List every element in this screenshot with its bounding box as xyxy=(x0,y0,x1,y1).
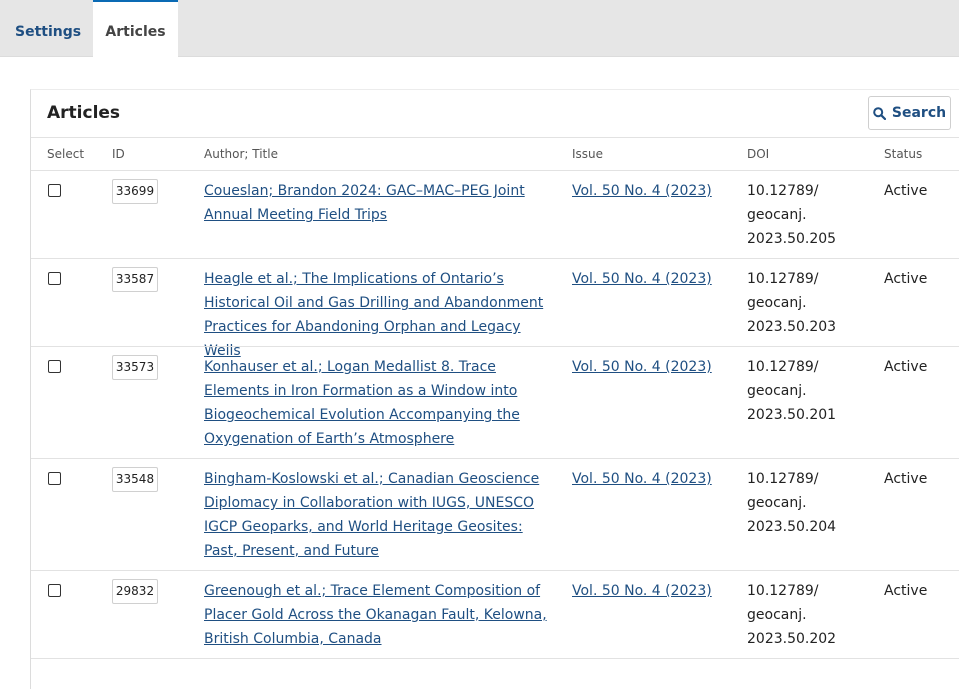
column-header-doi: DOI xyxy=(747,147,770,161)
table-row: 33573 Konhauser et al.; Logan Medallist … xyxy=(31,346,959,459)
article-id: 33573 xyxy=(112,355,158,380)
panel-title: Articles xyxy=(47,103,121,123)
doi-line: 2023.50.203 xyxy=(747,319,837,335)
doi-line: geocanj. xyxy=(747,383,807,399)
doi-line: 2023.50.202 xyxy=(747,631,837,647)
doi: 10.12789/ geocanj. 2023.50.205 xyxy=(747,179,847,251)
doi-line: geocanj. xyxy=(747,495,807,511)
doi: 10.12789/ geocanj. 2023.50.204 xyxy=(747,467,847,539)
article-title-link[interactable]: Konhauser et al.; Logan Medallist 8. Tra… xyxy=(204,355,549,451)
status-text: Active xyxy=(884,183,928,199)
doi-line: 10.12789/ xyxy=(747,583,819,599)
issue-link[interactable]: Vol. 50 No. 4 (2023) xyxy=(572,579,712,603)
select-checkbox[interactable] xyxy=(48,272,61,285)
issue-link[interactable]: Vol. 50 No. 4 (2023) xyxy=(572,355,712,379)
doi-line: 10.12789/ xyxy=(747,271,819,287)
doi-line: 2023.50.205 xyxy=(747,231,837,247)
articles-panel: Articles Search Select ID Author; Title … xyxy=(30,89,959,689)
issue-link[interactable]: Vol. 50 No. 4 (2023) xyxy=(572,179,712,203)
column-header-select: Select xyxy=(47,147,85,161)
column-header-status: Status xyxy=(884,147,923,161)
tab-settings[interactable]: Settings xyxy=(0,0,93,57)
search-button-label: Search xyxy=(891,105,947,121)
select-checkbox[interactable] xyxy=(48,472,61,485)
column-header-author-title: Author; Title xyxy=(204,147,278,161)
table-row: 33699 Coueslan; Brandon 2024: GAC–MAC–PE… xyxy=(31,170,959,259)
article-id: 33548 xyxy=(112,467,158,492)
column-header-id: ID xyxy=(112,147,125,161)
header-divider xyxy=(31,137,959,138)
search-icon xyxy=(873,106,886,120)
status-text: Active xyxy=(884,471,928,487)
doi-line: 10.12789/ xyxy=(747,183,819,199)
article-title-link[interactable]: Coueslan; Brandon 2024: GAC–MAC–PEG Join… xyxy=(204,179,549,227)
article-id: 33587 xyxy=(112,267,158,292)
search-button[interactable]: Search xyxy=(868,96,951,130)
article-id: 33699 xyxy=(112,179,158,204)
status-text: Active xyxy=(884,359,928,375)
status-text: Active xyxy=(884,583,928,599)
doi: 10.12789/ geocanj. 2023.50.201 xyxy=(747,355,847,427)
issue-link[interactable]: Vol. 50 No. 4 (2023) xyxy=(572,267,712,291)
doi-line: geocanj. xyxy=(747,607,807,623)
table-row: 33548 Bingham-Koslowski et al.; Canadian… xyxy=(31,458,959,571)
select-checkbox[interactable] xyxy=(48,360,61,373)
tab-bar: Settings Articles xyxy=(0,0,959,58)
column-header-issue: Issue xyxy=(572,147,604,161)
article-id: 29832 xyxy=(112,579,158,604)
doi-line: 2023.50.204 xyxy=(747,519,837,535)
table-row: 33587 Heagle et al.; The Implications of… xyxy=(31,258,959,359)
select-checkbox[interactable] xyxy=(48,184,61,197)
doi-line: 10.12789/ xyxy=(747,471,819,487)
doi-line: geocanj. xyxy=(747,295,807,311)
doi: 10.12789/ geocanj. 2023.50.203 xyxy=(747,267,847,339)
doi-line: 10.12789/ xyxy=(747,359,819,375)
status-text: Active xyxy=(884,271,928,287)
doi: 10.12789/ geocanj. 2023.50.202 xyxy=(747,579,847,651)
table-row: 29832 Greenough et al.; Trace Element Co… xyxy=(31,570,959,659)
article-title-link[interactable]: Greenough et al.; Trace Element Composit… xyxy=(204,579,549,651)
article-title-link[interactable]: Bingham-Koslowski et al.; Canadian Geosc… xyxy=(204,467,549,563)
tab-articles[interactable]: Articles xyxy=(93,0,178,58)
issue-link[interactable]: Vol. 50 No. 4 (2023) xyxy=(572,467,712,491)
doi-line: 2023.50.201 xyxy=(747,407,837,423)
doi-line: geocanj. xyxy=(747,207,807,223)
select-checkbox[interactable] xyxy=(48,584,61,597)
